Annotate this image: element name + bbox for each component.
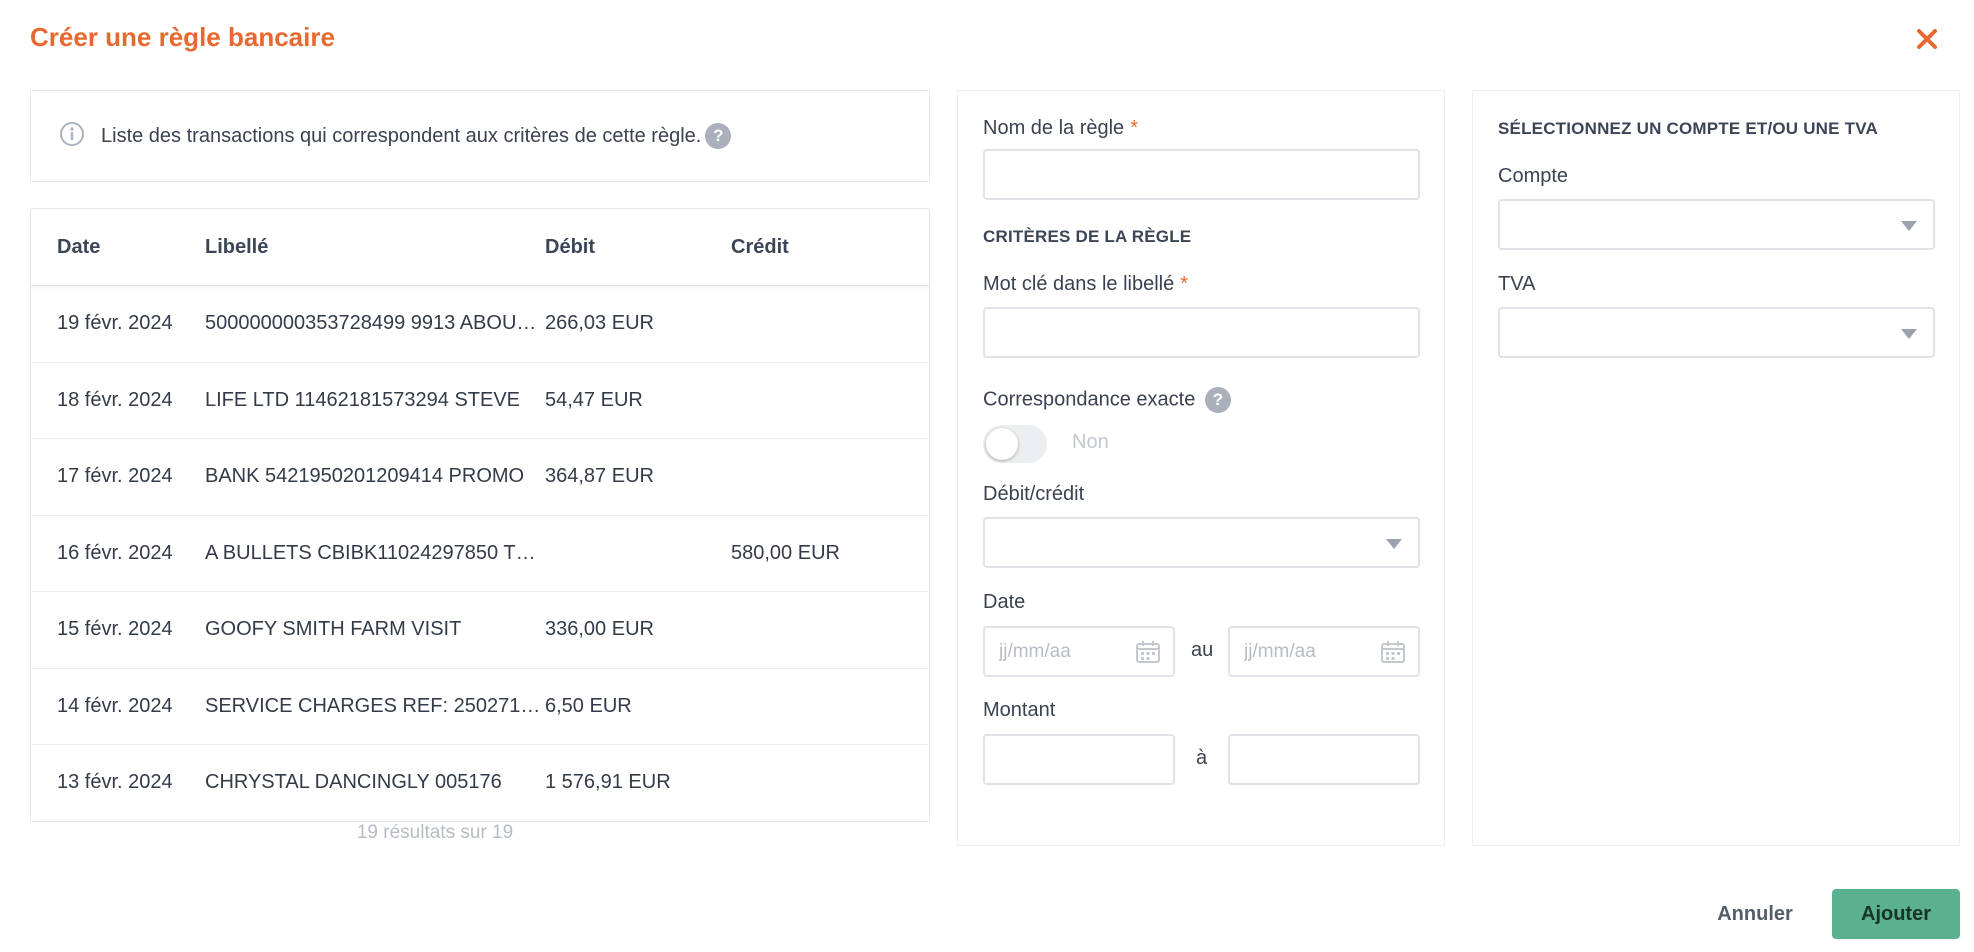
- rule-form-panel: Nom de la règle * CRITÈRES DE LA RÈGLE Mo…: [957, 90, 1445, 846]
- cell-credit: 580,00 EUR: [731, 541, 840, 564]
- rule-name-label: Nom de la règle *: [983, 117, 1138, 139]
- chevron-down-icon: [1901, 329, 1917, 339]
- cell-libelle: LIFE LTD 11462181573294 STEVE: [205, 388, 521, 411]
- table-row[interactable]: 17 févr. 2024 BANK 5421950201209414 PROM…: [31, 438, 929, 515]
- amount-to-field[interactable]: [1228, 734, 1420, 785]
- compte-label: Compte: [1498, 165, 1569, 187]
- tva-select[interactable]: [1498, 307, 1935, 358]
- tva-label: TVA: [1498, 273, 1536, 295]
- add-button[interactable]: Ajouter: [1832, 889, 1960, 939]
- info-icon: [59, 121, 85, 152]
- table-row[interactable]: 13 févr. 2024 CHRYSTAL DANCINGLY 005176 …: [31, 744, 929, 821]
- column-header-libelle[interactable]: Libellé: [205, 236, 545, 259]
- column-header-credit[interactable]: Crédit: [731, 236, 911, 259]
- cell-debit: 6,50 EUR: [545, 694, 632, 717]
- chevron-down-icon: [1901, 221, 1917, 231]
- cell-libelle: A BULLETS CBIBK11024297850 TRANSFER: [205, 541, 545, 564]
- amount-from-input[interactable]: [985, 736, 1173, 783]
- table-row[interactable]: 15 févr. 2024 GOOFY SMITH FARM VISIT 336…: [31, 591, 929, 668]
- table-header: Date Libellé Débit Crédit: [31, 209, 929, 285]
- amount-from-field[interactable]: [983, 734, 1175, 785]
- cell-libelle: 500000000353728499 9913 ABOUT COFFEE: [205, 312, 545, 335]
- cell-debit: 266,03 EUR: [545, 312, 654, 335]
- cell-libelle: GOOFY SMITH FARM VISIT: [205, 618, 462, 641]
- compte-select[interactable]: [1498, 199, 1935, 250]
- amount-label: Montant: [983, 699, 1056, 721]
- cell-debit: 364,87 EUR: [545, 465, 654, 488]
- cell-debit: 336,00 EUR: [545, 618, 654, 641]
- table-row[interactable]: 18 févr. 2024 LIFE LTD 11462181573294 ST…: [31, 361, 929, 439]
- cell-libelle: CHRYSTAL DANCINGLY 005176: [205, 771, 502, 794]
- results-count: 19 résultats sur 19: [356, 822, 514, 843]
- close-icon[interactable]: [1910, 22, 1944, 56]
- keyword-field[interactable]: [983, 307, 1420, 358]
- date-label: Date: [983, 591, 1026, 613]
- debit-credit-select[interactable]: [983, 517, 1420, 568]
- info-banner: Liste des transactions qui correspondent…: [30, 90, 930, 182]
- cell-date: 14 févr. 2024: [57, 694, 173, 717]
- cell-debit: 1 576,91 EUR: [545, 771, 671, 794]
- cancel-button[interactable]: Annuler: [1700, 889, 1810, 939]
- cell-date: 17 févr. 2024: [57, 465, 173, 488]
- keyword-input[interactable]: [985, 309, 1418, 356]
- date-from-field[interactable]: [983, 626, 1175, 677]
- debit-credit-label: Débit/crédit: [983, 483, 1085, 505]
- toggle-knob: [986, 428, 1018, 460]
- column-header-debit[interactable]: Débit: [545, 236, 731, 259]
- help-icon[interactable]: ?: [1204, 387, 1231, 413]
- chevron-down-icon: [1386, 539, 1402, 549]
- account-section-title: SÉLECTIONNEZ UN COMPTE ET/OU UNE TVA: [1498, 119, 1878, 138]
- rule-name-input[interactable]: [985, 151, 1418, 198]
- column-header-date[interactable]: Date: [31, 236, 205, 259]
- calendar-icon[interactable]: [1135, 640, 1161, 664]
- transactions-table: Date Libellé Débit Crédit 19 févr. 2024 …: [30, 208, 930, 822]
- modal-title: Créer une règle bancaire: [30, 22, 335, 52]
- info-text: Liste des transactions qui correspondent…: [101, 124, 702, 147]
- table-row[interactable]: 14 févr. 2024 SERVICE CHARGES REF: 25027…: [31, 667, 929, 745]
- help-icon[interactable]: ?: [705, 123, 732, 149]
- cell-date: 15 févr. 2024: [57, 618, 173, 641]
- amount-to-input[interactable]: [1230, 736, 1418, 783]
- cell-date: 18 févr. 2024: [57, 388, 173, 411]
- table-row[interactable]: 19 févr. 2024 500000000353728499 9913 AB…: [31, 285, 929, 362]
- date-to-field[interactable]: [1228, 626, 1420, 677]
- cell-date: 13 févr. 2024: [57, 771, 173, 794]
- cell-libelle: BANK 5421950201209414 PROMO: [205, 465, 525, 488]
- table-row[interactable]: 16 févr. 2024 A BULLETS CBIBK11024297850…: [31, 514, 929, 592]
- exact-match-toggle[interactable]: [983, 425, 1047, 463]
- date-separator: au: [1191, 639, 1214, 661]
- calendar-icon[interactable]: [1380, 640, 1406, 664]
- criteria-section-title: CRITÈRES DE LA RÈGLE: [983, 227, 1192, 246]
- cell-date: 19 févr. 2024: [57, 312, 173, 335]
- keyword-label: Mot clé dans le libellé *: [983, 273, 1189, 295]
- amount-separator: à: [1196, 747, 1208, 769]
- cell-debit: 54,47 EUR: [545, 388, 643, 411]
- rule-name-field[interactable]: [983, 149, 1420, 200]
- exact-match-label: Correspondance exacte ?: [983, 387, 1231, 413]
- exact-match-value: Non: [1072, 431, 1109, 453]
- account-panel: SÉLECTIONNEZ UN COMPTE ET/OU UNE TVA Com…: [1472, 90, 1960, 846]
- cell-libelle: SERVICE CHARGES REF: 250271 FEES: [205, 694, 545, 717]
- cell-date: 16 févr. 2024: [57, 541, 173, 564]
